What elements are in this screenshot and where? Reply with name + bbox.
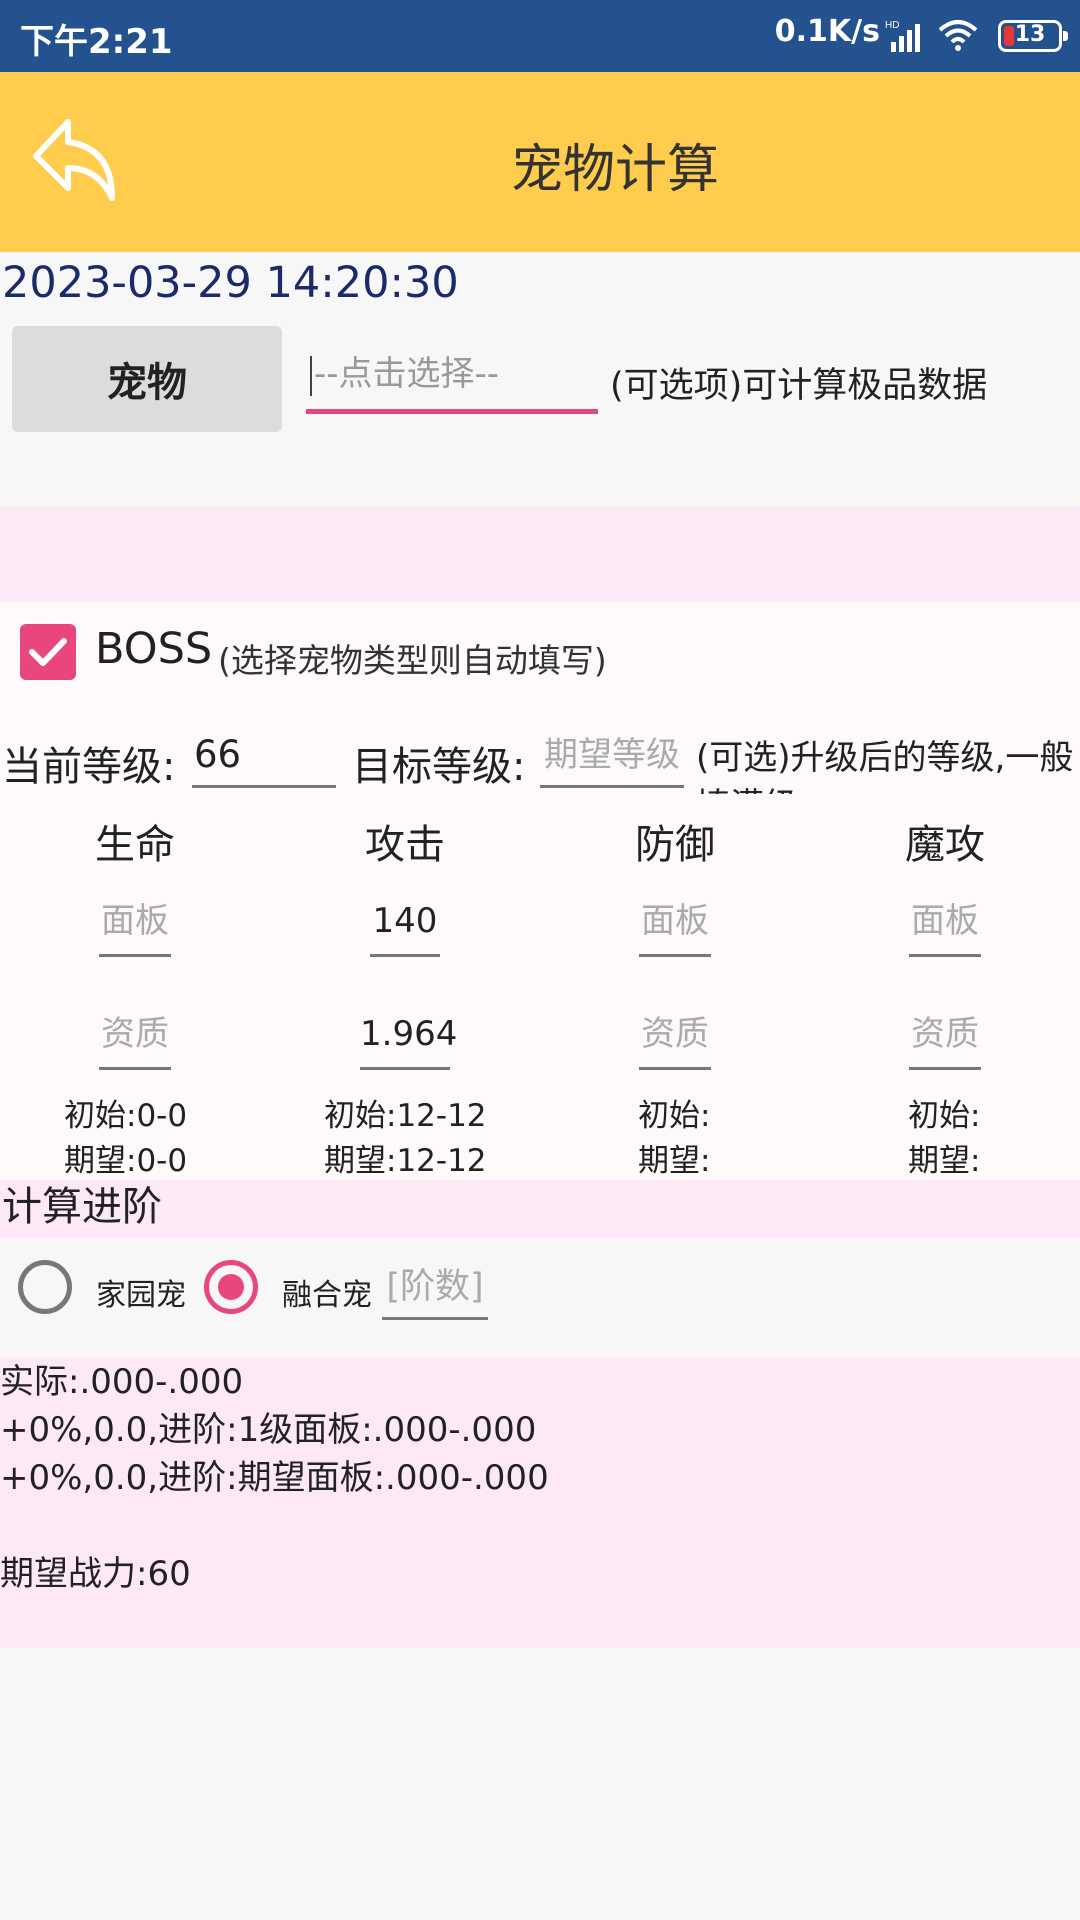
fusion-pet-label: 融合宠	[282, 1278, 372, 1313]
signal-icon: HD	[885, 20, 920, 52]
home-pet-label: 家园宠	[96, 1278, 186, 1313]
wifi-icon	[938, 20, 978, 51]
magic-attack-initial: 初始:	[908, 1098, 981, 1134]
attack-initial: 初始:12-12	[324, 1098, 487, 1134]
pet-button[interactable]: 宠物	[12, 326, 282, 432]
hp-panel-input[interactable]: 面板	[99, 890, 171, 957]
boss-checkbox[interactable]	[20, 624, 76, 680]
target-level-label: 目标等级:	[352, 744, 526, 790]
pink-band	[0, 507, 1080, 602]
magic-attack-quality-input[interactable]: 资质	[909, 1003, 981, 1070]
pet-note: (可选项)可计算极品数据	[610, 366, 988, 406]
boss-note: (选择宠物类型则自动填写)	[218, 641, 607, 680]
pet-select-placeholder: --点击选择--	[314, 354, 500, 394]
result-actual: 实际:.000-.000	[0, 1362, 244, 1402]
result-level1-panel: +0%,0.0,进阶:1级面板:.000-.000	[0, 1410, 537, 1450]
advance-title: 计算进阶	[0, 1180, 1080, 1238]
stat-column-magic-attack: 魔攻 面板 资质 初始: 期望:	[810, 812, 1080, 1184]
app-bar: 宠物计算	[0, 72, 1080, 252]
hp-quality-input[interactable]: 资质	[99, 1003, 171, 1070]
magic-attack-info: 初始: 期望:	[810, 1094, 1080, 1184]
target-level-note: (可选)升级后的等级,一般填满级	[696, 738, 1074, 794]
status-bar: 下午2:21 0.1K/s HD 13	[0, 0, 1080, 72]
attack-quality-input[interactable]: 1.964	[360, 1003, 457, 1070]
status-time: 下午2:21	[20, 22, 173, 62]
stat-name: 生命	[95, 822, 175, 868]
battery-level: 13	[1014, 22, 1046, 47]
page-title: 宠物计算	[510, 140, 719, 200]
results-panel: 实际:.000-.000 +0%,0.0,进阶:1级面板:.000-.000 +…	[0, 1358, 1080, 1648]
stat-name: 防御	[635, 822, 715, 868]
attack-info: 初始:12-12 期望:12-12	[270, 1094, 540, 1184]
checkmark-icon	[29, 638, 67, 666]
defense-initial: 初始:	[638, 1098, 711, 1134]
magic-attack-expected: 期望:	[908, 1143, 981, 1179]
pet-select-input[interactable]: --点击选择--	[306, 342, 598, 414]
hp-expected: 期望:0-0	[64, 1143, 188, 1179]
home-pet-radio[interactable]	[18, 1260, 72, 1314]
defense-info: 初始: 期望:	[540, 1094, 810, 1184]
defense-quality-input[interactable]: 资质	[639, 1003, 711, 1070]
battery-icon: 13	[998, 20, 1068, 52]
stat-name: 魔攻	[905, 822, 985, 868]
current-level-label: 当前等级:	[2, 744, 176, 790]
boss-label: BOSS	[95, 624, 213, 674]
current-level-input[interactable]: 66	[192, 722, 336, 788]
svg-text:HD: HD	[885, 20, 899, 31]
target-level-input[interactable]: 期望等级	[540, 722, 684, 788]
defense-panel-input[interactable]: 面板	[639, 890, 711, 957]
stage-input[interactable]: [阶数]	[382, 1256, 488, 1320]
attack-panel-input[interactable]: 140	[370, 890, 440, 957]
current-datetime: 2023-03-29 14:20:30	[2, 258, 459, 308]
stat-name: 攻击	[365, 822, 445, 868]
hp-info: 初始:0-0 期望:0-0	[0, 1094, 270, 1184]
magic-attack-panel-input[interactable]: 面板	[909, 890, 981, 957]
fusion-pet-radio[interactable]	[204, 1260, 258, 1314]
defense-expected: 期望:	[638, 1143, 711, 1179]
result-expected-power: 期望战力:60	[0, 1554, 191, 1594]
stat-column-defense: 防御 面板 资质 初始: 期望:	[540, 812, 810, 1184]
result-blank	[0, 1502, 1080, 1550]
hp-initial: 初始:0-0	[64, 1098, 188, 1134]
stat-column-hp: 生命 面板 资质 初始:0-0 期望:0-0	[0, 812, 270, 1184]
attack-expected: 期望:12-12	[324, 1143, 487, 1179]
network-speed: 0.1K/s	[774, 14, 880, 49]
stat-column-attack: 攻击 140 1.964 初始:12-12 期望:12-12	[270, 812, 540, 1184]
result-expected-panel: +0%,0.0,进阶:期望面板:.000-.000	[0, 1458, 549, 1498]
